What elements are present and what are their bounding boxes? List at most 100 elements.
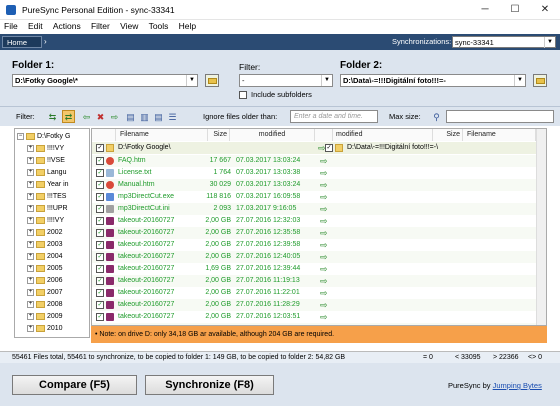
row-checkbox[interactable]: ✓ xyxy=(96,241,104,249)
table-row[interactable]: ✓ takeout-20160727 2,00 GB 27.07.2016 12:32… xyxy=(92,215,536,227)
include-subfolders-checkbox[interactable] xyxy=(239,91,247,99)
breadcrumb-arrow-icon[interactable]: › xyxy=(44,37,47,46)
menu-actions[interactable]: Actions xyxy=(49,20,85,32)
header-direction[interactable] xyxy=(315,129,333,141)
tree-item[interactable]: + !!!UPR xyxy=(27,203,68,215)
menu-tools[interactable]: Tools xyxy=(145,20,173,32)
tree-item[interactable]: + Year in xyxy=(27,179,69,191)
tree-item[interactable]: +2004 xyxy=(27,251,63,263)
folder-row-checkbox[interactable]: ✓ xyxy=(96,144,104,152)
view-list-icon[interactable]: ☰ xyxy=(166,110,179,123)
view-right-icon[interactable]: ▤ xyxy=(152,110,165,123)
tree-item[interactable]: +2006 xyxy=(27,275,63,287)
chevron-down-icon[interactable]: ▼ xyxy=(514,75,525,86)
table-row[interactable]: ✓ mp3DirectCut.ini 2 093 17.03.2017 9:16:05… xyxy=(92,203,536,215)
table-row[interactable]: ✓ FAQ.htm 17 667 07.03.2017 13:03:24 ⇨ xyxy=(92,155,536,167)
jumping-bytes-link[interactable]: Jumping Bytes xyxy=(493,381,542,390)
arrow-left-icon[interactable]: ⇦ xyxy=(80,110,93,123)
row-checkbox[interactable]: ✓ xyxy=(96,277,104,285)
tree-item[interactable]: +2008 xyxy=(27,299,63,311)
expand-icon[interactable]: + xyxy=(27,288,34,296)
row-checkbox[interactable]: ✓ xyxy=(96,301,104,309)
folder2-input[interactable]: D:\Data\-=!!!Digitální foto!!!=- ▼ xyxy=(340,74,526,87)
expand-icon[interactable]: + xyxy=(27,204,34,212)
arrow-right-icon[interactable]: ⇨ xyxy=(108,110,121,123)
folder-tree[interactable]: − D:\Fotky G + !!!!VY + !!VSE + Langu + Year in +!… xyxy=(14,128,90,338)
maximize-button[interactable]: ☐ xyxy=(500,0,530,20)
table-row[interactable]: ✓ License.txt 1 764 07.03.2017 13:03:38 ⇨ xyxy=(92,167,536,179)
tree-item[interactable]: + !!!!VY xyxy=(27,215,64,227)
expand-icon[interactable]: + xyxy=(27,180,34,188)
chevron-down-icon[interactable]: ▼ xyxy=(544,37,555,48)
table-row[interactable]: ✓ takeout-20160727 1,69 GB 27.07.2016 12:39… xyxy=(92,263,536,275)
view-left-icon[interactable]: ▤ xyxy=(124,110,137,123)
expand-icon[interactable]: + xyxy=(27,168,34,176)
expand-icon[interactable]: + xyxy=(27,156,34,164)
tree-item[interactable]: + !!!TES xyxy=(27,191,66,203)
folder1-browse-button[interactable] xyxy=(205,74,219,87)
tree-item[interactable]: + !!!!VY xyxy=(27,143,64,155)
tree-item[interactable]: + !!VSE xyxy=(27,155,65,167)
expand-icon[interactable]: + xyxy=(27,144,34,152)
table-row[interactable]: ✓ takeout-20160727 2,00 GB 27.07.2016 11:28… xyxy=(92,299,536,311)
table-row[interactable]: ✓ takeout-20160727 2,00 GB 27.07.2016 12:40… xyxy=(92,251,536,263)
tree-root[interactable]: − D:\Fotky G xyxy=(17,131,70,143)
tree-item[interactable]: +2005 xyxy=(27,263,63,275)
tree-item[interactable]: +2007 xyxy=(27,287,63,299)
minimize-button[interactable]: ─ xyxy=(470,0,500,20)
expand-icon[interactable]: + xyxy=(27,312,34,320)
expand-icon[interactable]: + xyxy=(27,336,34,337)
header-size-right[interactable]: Size xyxy=(433,129,463,141)
folder2-browse-button[interactable] xyxy=(533,74,547,87)
x-left-icon[interactable]: ✖ xyxy=(94,110,107,123)
row-checkbox[interactable]: ✓ xyxy=(96,169,104,177)
expand-icon[interactable]: + xyxy=(27,228,34,236)
menu-help[interactable]: Help xyxy=(175,20,200,32)
table-row[interactable]: ✓ takeout-20160727 2,00 GB 27.07.2016 11:22… xyxy=(92,287,536,299)
chevron-down-icon[interactable]: ▼ xyxy=(321,75,332,86)
compare-button[interactable]: Compare (F5) xyxy=(12,375,137,395)
row-checkbox[interactable]: ✓ xyxy=(96,265,104,273)
expand-icon[interactable]: + xyxy=(27,300,34,308)
tree-item[interactable]: +2003 xyxy=(27,239,63,251)
menu-view[interactable]: View xyxy=(116,20,142,32)
header-size-left[interactable]: Size xyxy=(208,129,230,141)
expand-icon[interactable]: + xyxy=(27,240,34,248)
expand-icon[interactable]: + xyxy=(27,276,34,284)
folder1-input[interactable]: D:\Fotky Google\* ▼ xyxy=(12,74,198,87)
row-checkbox[interactable]: ✓ xyxy=(96,289,104,297)
tree-item[interactable]: +2009 xyxy=(27,311,63,323)
tree-item[interactable]: +2010 xyxy=(27,323,63,335)
filter-equal-icon[interactable]: ⇆ xyxy=(46,110,59,123)
header-check[interactable] xyxy=(92,129,116,141)
row-checkbox[interactable]: ✓ xyxy=(96,217,104,225)
table-row[interactable]: ✓ takeout-20160727 2,00 GB 27.07.2016 12:03… xyxy=(92,311,536,323)
row-checkbox[interactable]: ✓ xyxy=(96,229,104,237)
row-checkbox[interactable]: ✓ xyxy=(96,205,104,213)
max-size-input[interactable] xyxy=(446,110,554,123)
close-button[interactable]: ✕ xyxy=(530,0,560,20)
row-checkbox[interactable]: ✓ xyxy=(96,157,104,165)
vertical-scrollbar[interactable] xyxy=(536,129,546,325)
tree-item[interactable]: + Langu xyxy=(27,167,66,179)
view-both-icon[interactable]: ▥ xyxy=(138,110,151,123)
filter-select[interactable]: - ▼ xyxy=(239,74,333,87)
menu-file[interactable]: File xyxy=(0,20,22,32)
expand-icon[interactable]: − xyxy=(17,132,24,140)
table-row[interactable]: ✓ Manual.htm 30 029 07.03.2017 13:03:24 ⇨ xyxy=(92,179,536,191)
row-checkbox[interactable]: ✓ xyxy=(96,193,104,201)
row-checkbox[interactable]: ✓ xyxy=(96,181,104,189)
date-input[interactable]: Enter a date and time. xyxy=(290,110,378,123)
synchronize-button[interactable]: Synchronize (F8) xyxy=(145,375,274,395)
header-modified-right[interactable]: modified xyxy=(333,129,433,141)
folder-row[interactable]: ✓ D:\Fotky Google\ ⇨ ✓ D:\Data\-=!!!Digi… xyxy=(92,142,536,154)
folder-right-checkbox[interactable]: ✓ xyxy=(325,144,333,152)
table-row[interactable]: ✓ mp3DirectCut.exe 118 816 07.03.2017 16:09… xyxy=(92,191,536,203)
header-filename-right[interactable]: Filename xyxy=(463,129,536,141)
header-filename-left[interactable]: Filename xyxy=(116,129,208,141)
expand-icon[interactable]: + xyxy=(27,192,34,200)
expand-icon[interactable]: + xyxy=(27,324,34,332)
chevron-down-icon[interactable]: ▼ xyxy=(186,75,197,86)
table-row[interactable]: ✓ takeout-20160727 2,00 GB 27.07.2016 12:35… xyxy=(92,227,536,239)
menu-filter[interactable]: Filter xyxy=(87,20,114,32)
